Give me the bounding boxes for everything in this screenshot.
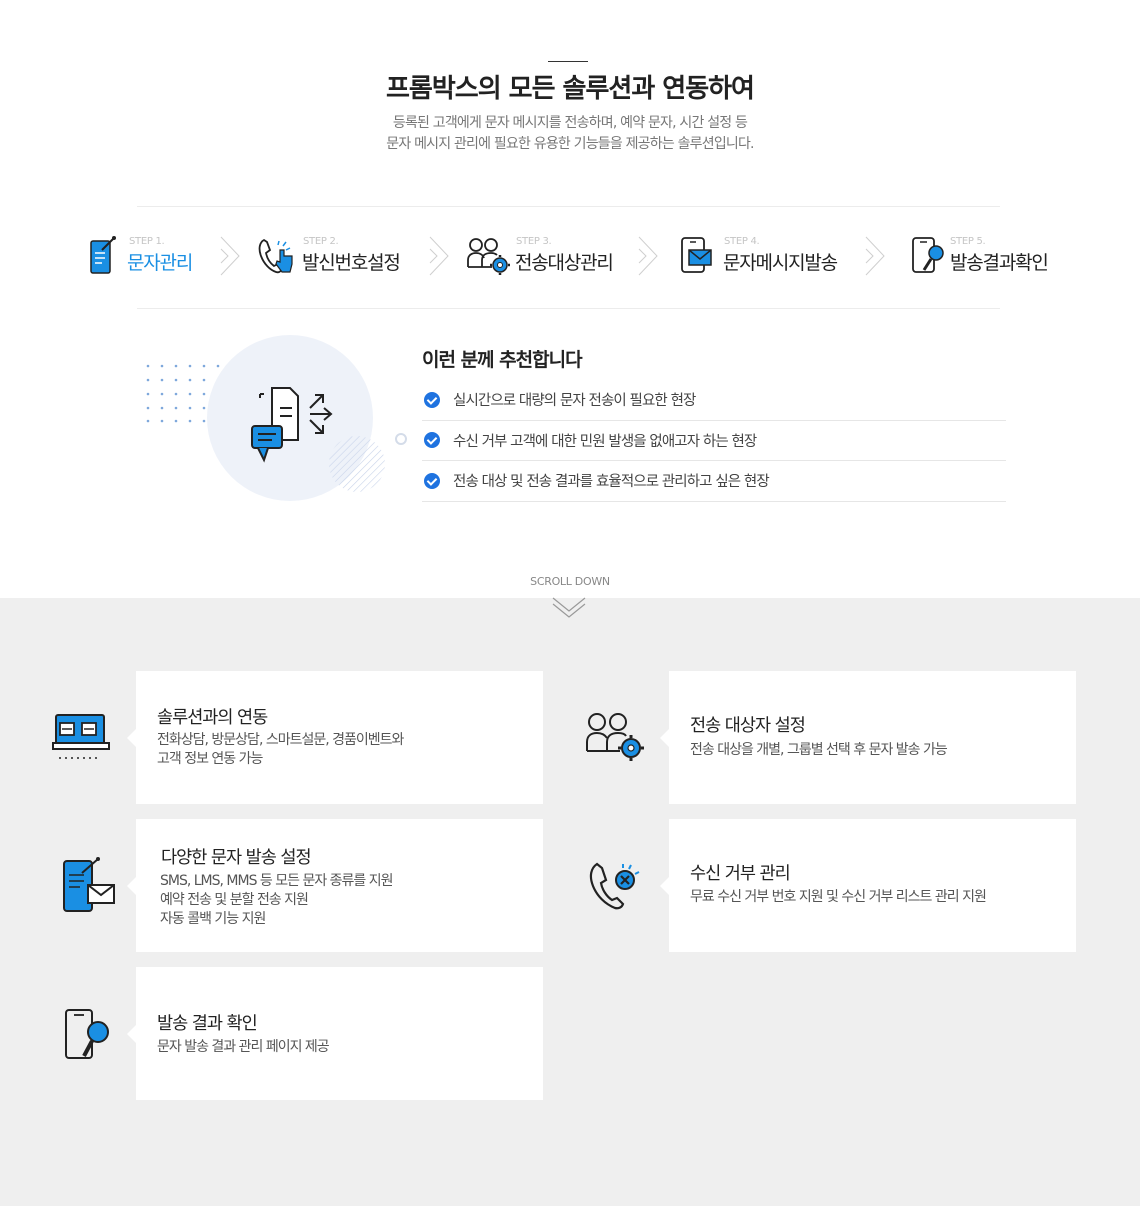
feature-desc: SMS, LMS, MMS 등 모든 문자 종류를 지원 예약 전송 및 분할 … [160, 873, 394, 927]
description-line-1: 등록된 고객에게 문자 메시지를 전송하며, 예약 문자, 시간 설정 등 [392, 115, 748, 131]
feature-card: 수신 거부 관리 무료 수신 거부 번호 지원 및 수신 거부 리스트 관리 지… [660, 819, 1076, 952]
step-2[interactable]: STEP 2. 발신번호설정 [256, 236, 416, 280]
step-1[interactable]: STEP 1. 문자관리 [88, 236, 208, 280]
page-title: 프롬박스의 모든 솔루션과 연동하여 [386, 74, 755, 104]
chevron-down-icon[interactable] [552, 594, 586, 620]
recommend-item: 수신 거부 고객에 대한 민원 발생을 없애고자 하는 현장 [422, 421, 1006, 461]
chevron-right-icon [865, 236, 885, 276]
check-icon [424, 432, 440, 449]
step-4[interactable]: STEP 4. 문자메시지발송 [678, 236, 858, 280]
step-5-label: 발송결과확인 [950, 252, 1049, 274]
description-line-2: 문자 메시지 관리에 필요한 유용한 기능들을 제공하는 솔루션입니다. [386, 136, 754, 152]
feature-title: 전송 대상자 설정 [690, 716, 806, 736]
step-3-num: STEP 3. [516, 236, 552, 247]
step-4-label: 문자메시지발송 [723, 252, 838, 274]
feature-title: 수신 거부 관리 [690, 864, 791, 884]
recommend-item-text: 실시간으로 대량의 문자 전송이 필요한 현장 [453, 393, 696, 410]
chevron-right-icon [638, 236, 658, 276]
step-3[interactable]: STEP 3. 전송대상관리 [466, 236, 626, 280]
page-description: 등록된 고객에게 문자 메시지를 전송하며, 예약 문자, 시간 설정 등 문자… [0, 113, 1140, 155]
monitor-icon [52, 714, 110, 759]
phone-block-icon [589, 862, 640, 910]
recommend-illustration [146, 335, 407, 501]
phone-search-icon [912, 237, 944, 273]
phone-mail-icon [681, 237, 712, 273]
recommend-item-text: 수신 거부 고객에 대한 민원 발생을 없애고자 하는 현장 [453, 433, 757, 450]
step-5[interactable]: STEP 5. 발송결과확인 [910, 236, 1070, 280]
step-3-label: 전송대상관리 [515, 252, 614, 274]
chevron-right-icon [220, 236, 240, 276]
phone-search-icon [65, 1009, 109, 1059]
feature-title: 다양한 문자 발송 설정 [161, 848, 312, 868]
step-1-label: 문자관리 [127, 252, 193, 274]
step-5-num: STEP 5. [950, 236, 986, 247]
feature-card: 전송 대상자 설정 전송 대상을 개별, 그룹별 선택 후 문자 발송 가능 [660, 671, 1076, 804]
users-gear-icon [467, 238, 510, 275]
feature-desc: 전송 대상을 개별, 그룹별 선택 후 문자 발송 가능 [690, 742, 948, 758]
check-icon [424, 472, 440, 489]
phone-touch-icon [258, 238, 293, 274]
divider-bottom [137, 308, 1000, 309]
recommend-title: 이런 분께 추천합니다 [422, 349, 583, 371]
recommend-list: 실시간으로 대량의 문자 전송이 필요한 현장 수신 거부 고객에 대한 민원 … [422, 380, 1006, 502]
phone-edit-icon [90, 236, 116, 274]
step-2-num: STEP 2. [303, 236, 339, 247]
recommend-item-text: 전송 대상 및 전송 결과를 효율적으로 관리하고 싶은 현장 [453, 474, 770, 491]
chevron-right-icon [429, 236, 449, 276]
users-gear-icon [586, 713, 644, 761]
feature-desc: 문자 발송 결과 관리 페이지 제공 [157, 1039, 330, 1055]
step-1-num: STEP 1. [129, 236, 165, 247]
phone-mail-icon [63, 857, 115, 912]
feature-card: 솔루션과의 연동 전화상담, 방문상담, 스마트설문, 경품이벤트와 고객 정보… [127, 671, 543, 804]
title-rule [548, 61, 588, 62]
feature-card: 발송 결과 확인 문자 발송 결과 관리 페이지 제공 [127, 967, 543, 1100]
step-4-num: STEP 4. [724, 236, 760, 247]
feature-card: 다양한 문자 발송 설정 SMS, LMS, MMS 등 모든 문자 종류를 지… [127, 819, 543, 952]
feature-title: 솔루션과의 연동 [157, 708, 268, 728]
check-icon [424, 391, 440, 408]
scroll-down-label[interactable]: SCROLL DOWN [0, 575, 1140, 588]
recommend-item: 실시간으로 대량의 문자 전송이 필요한 현장 [422, 380, 1006, 421]
recommend-item: 전송 대상 및 전송 결과를 효율적으로 관리하고 싶은 현장 [422, 461, 1006, 502]
feature-desc: 전화상담, 방문상담, 스마트설문, 경품이벤트와 고객 정보 연동 가능 [157, 732, 404, 767]
feature-desc: 무료 수신 거부 번호 지원 및 수신 거부 리스트 관리 지원 [690, 889, 987, 905]
step-2-label: 발신번호설정 [302, 252, 401, 274]
step-nav: STEP 1. 문자관리 STEP 2. 발신번호설정 STEP 3. 전송대상… [0, 206, 1140, 308]
feature-title: 발송 결과 확인 [157, 1014, 258, 1034]
